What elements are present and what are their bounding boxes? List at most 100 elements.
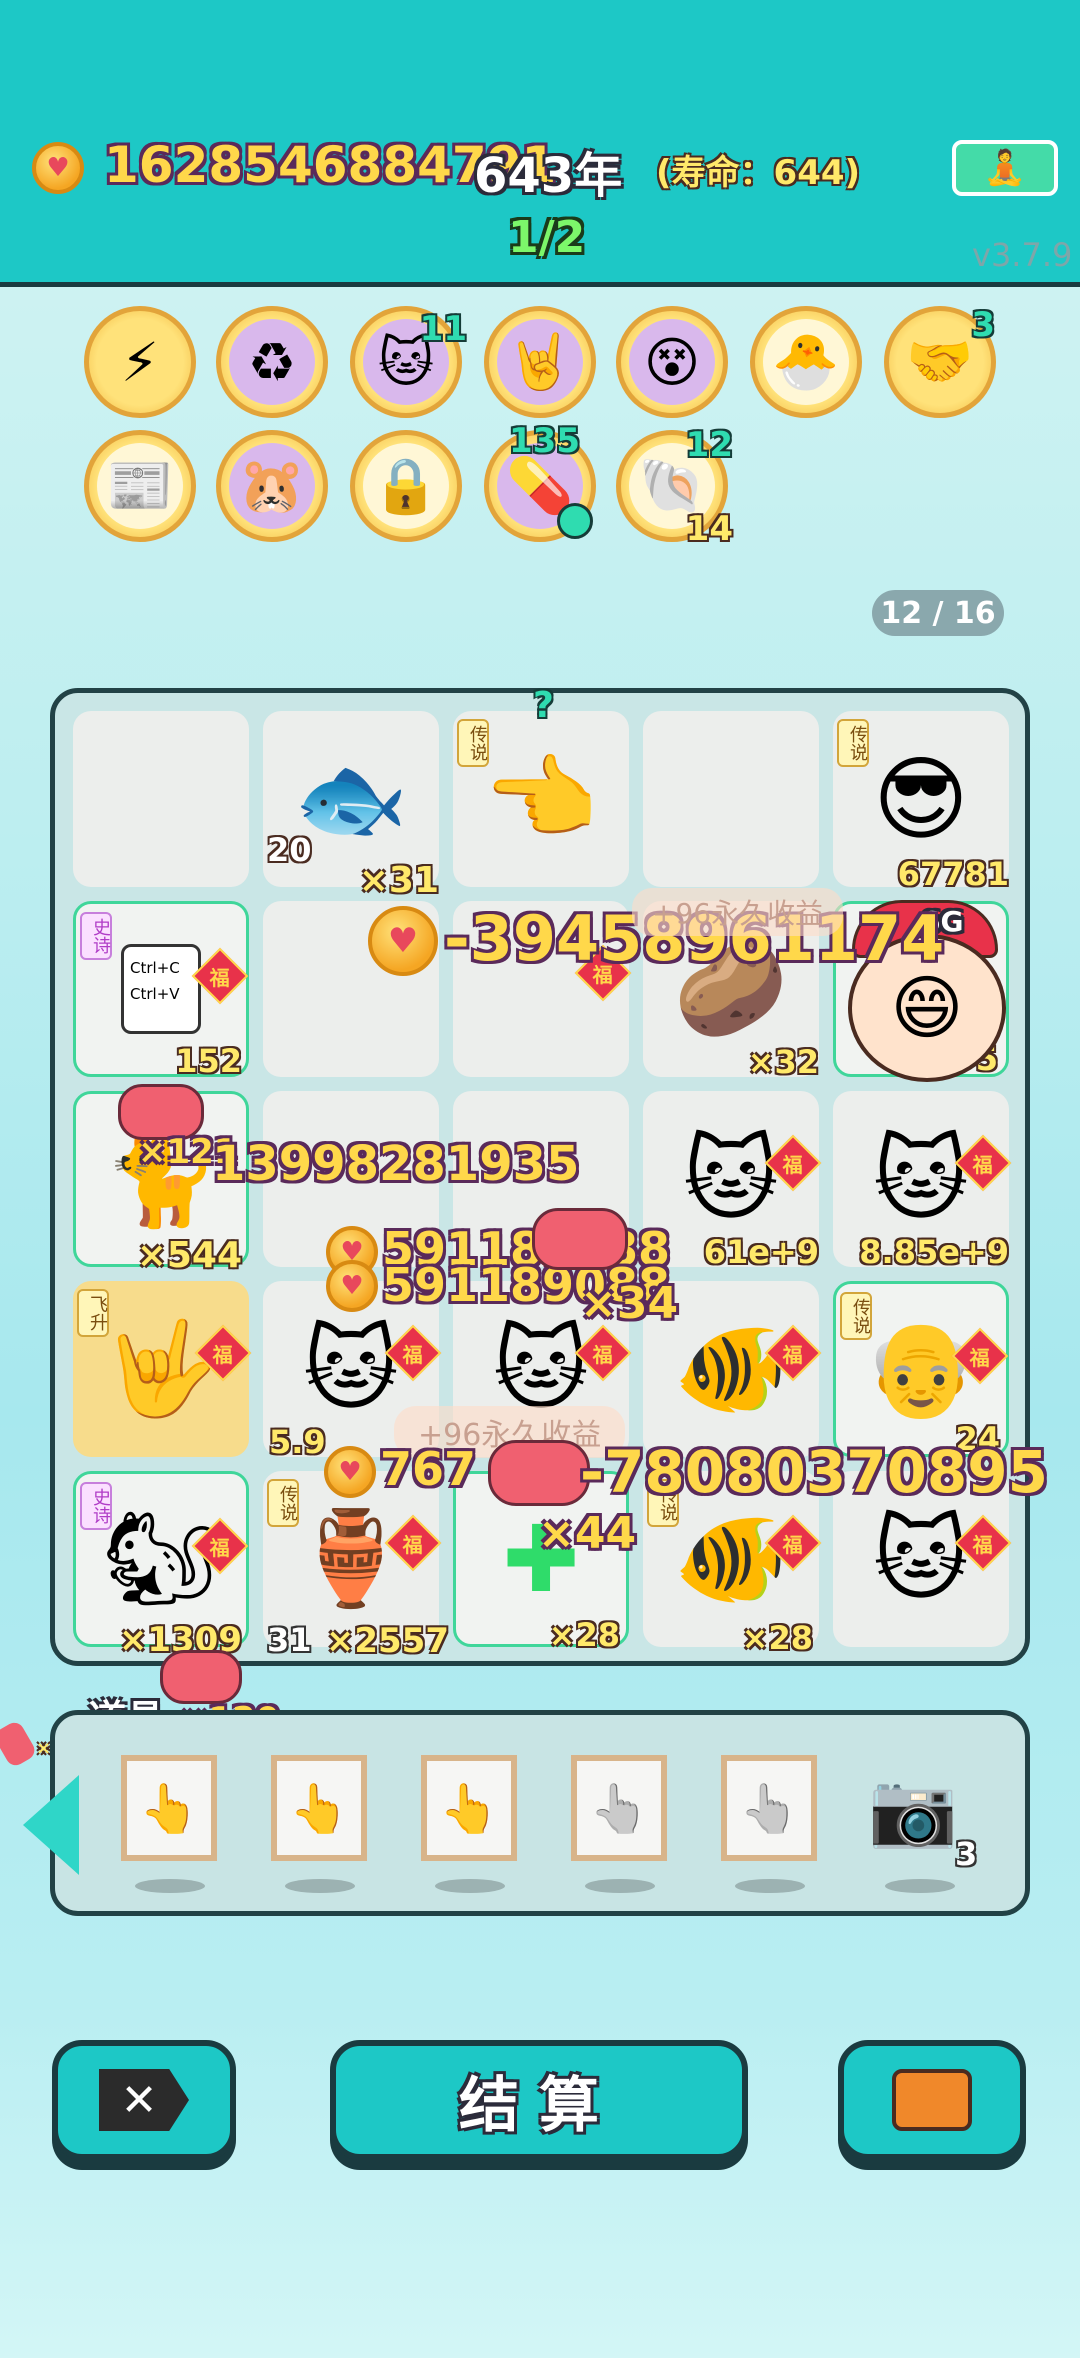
prop-hand-5[interactable]: 👆 <box>721 1755 817 1861</box>
liver-icon <box>0 1719 38 1769</box>
floating-mult: ×34 <box>580 1278 679 1329</box>
relic-rock-hand[interactable]: 🤘 <box>484 306 596 418</box>
coin-eyes-icon: 😵 <box>629 319 715 405</box>
ctrl-c-text: Ctrl+C <box>130 959 180 977</box>
relic-count: 11 <box>419 309 467 349</box>
props-tray: 👆 👆 👆 👆 👆 📷 3 <box>23 1710 1030 1916</box>
prop-shadow <box>585 1879 655 1893</box>
old-man-icon: 👴 <box>863 1315 979 1422</box>
pointing-hand-icon: 👆 <box>139 1780 199 1837</box>
relic-count-bottom: 14 <box>685 509 733 549</box>
prop-hand-3[interactable]: 👆 <box>421 1755 517 1861</box>
board-cell-man[interactable]: 传说 😎 67781 <box>833 711 1009 893</box>
cell-tag: 传说 <box>267 1479 299 1527</box>
settle-label: 结算 <box>459 2070 619 2141</box>
vase-icon: 🏺 <box>293 1505 409 1612</box>
coin-icon: ♥ <box>324 1446 376 1498</box>
cat-icon: 🐱 <box>683 1125 779 1233</box>
cell-tag: 史诗 <box>80 1482 112 1530</box>
cell-count: ×32 <box>747 1043 819 1081</box>
relic-count: 3 <box>971 305 995 345</box>
relic-lightning[interactable]: ⚡ <box>84 306 196 418</box>
cell-tag: 史诗 <box>80 912 112 960</box>
board-cell-prairie-dog[interactable]: 史诗 🐿 福 ×1309 <box>73 1471 249 1660</box>
pointing-hand-gray-icon: 👆 <box>739 1780 799 1837</box>
prop-hand-4[interactable]: 👆 <box>571 1755 667 1861</box>
board-cell-ctrl[interactable]: 史诗 Ctrl+C Ctrl+V 福 152 <box>73 901 249 1080</box>
relic-handshake[interactable]: 🤝 3 <box>884 305 996 418</box>
left-arrow-icon[interactable] <box>23 1775 79 1875</box>
version-label: v3.7.9 <box>972 236 1073 274</box>
prop-shadow <box>735 1879 805 1893</box>
question-mark: ? <box>533 685 554 726</box>
relic-recycle[interactable]: ♻ <box>216 306 328 418</box>
board-cell-cat[interactable]: 🐱 福 8.85e+9 <box>833 1091 1012 1271</box>
cat-icon: 🐱 <box>873 1505 969 1613</box>
board-cell-rock-hand[interactable]: 飞升 🤟 福 <box>73 1281 252 1457</box>
relic-prairie-dogs[interactable]: 🐹 <box>216 430 328 542</box>
ctrl-v-text: Ctrl+V <box>130 985 180 1003</box>
floating-mult: ×44 <box>538 1508 637 1559</box>
status-dot <box>557 503 593 539</box>
relic-chick[interactable]: 🐣 <box>750 306 862 418</box>
relic-count-top: 12 <box>685 425 733 465</box>
cell-count: 5.9 <box>269 1423 326 1461</box>
prop-shadow <box>135 1879 205 1893</box>
liver-icon <box>160 1650 242 1704</box>
lightning-icon: ⚡ <box>97 319 183 405</box>
rock-hand-icon: 🤘 <box>497 319 583 405</box>
time-magazine-icon: 📰 <box>97 443 183 529</box>
safe-icon: 🔒 <box>363 443 449 529</box>
cell-count: ×28 <box>741 1619 813 1657</box>
cell-count: 152 <box>175 1042 242 1080</box>
board-cell-fish[interactable]: 🐟 20 ×31 <box>263 711 439 901</box>
prop-hand-2[interactable]: 👆 <box>271 1755 367 1861</box>
camera-count: 3 <box>955 1835 978 1873</box>
camera-icon: 📷 <box>868 1766 958 1851</box>
floating-number: 13998281935 <box>212 1136 580 1192</box>
board-cell-hand[interactable]: 传说 ? 👈 <box>453 685 629 887</box>
cell-tag: 飞升 <box>77 1289 109 1337</box>
relic-pill-tray[interactable]: 💊 135 <box>484 421 596 542</box>
cell-count: 8.85e+9 <box>859 1233 1009 1271</box>
relic-safe[interactable]: 🔒 <box>350 430 462 542</box>
camera-button[interactable]: 📷 <box>863 1767 963 1851</box>
liver-icon <box>532 1208 628 1270</box>
relic-count: 135 <box>509 421 580 461</box>
pointing-hand-icon: 👈 <box>483 745 599 852</box>
cell-count: ×28 <box>548 1616 620 1654</box>
man-sunglasses-icon: 😎 <box>873 745 969 853</box>
handshake-icon: 🤝 <box>897 319 983 405</box>
cell-tag: 传说 <box>837 719 869 767</box>
cat-icon: 🐱 <box>303 1315 399 1423</box>
cell-tag: 传说 <box>457 719 489 767</box>
briefcase-button[interactable] <box>838 2040 1026 2160</box>
prairie-dog-icon: 🐿 <box>102 1505 220 1612</box>
cell-tag: 传说 <box>840 1292 872 1340</box>
close-button[interactable]: ✕ <box>52 2040 236 2160</box>
progress-label: 1/2 <box>508 212 586 263</box>
cat-icon: 🐱 <box>873 1125 969 1233</box>
settle-button[interactable]: 结算 <box>330 2040 748 2160</box>
relic-coin-eyes[interactable]: 😵 <box>616 306 728 418</box>
cell-count: ×31 <box>358 860 439 901</box>
perm-income-label: +96永久收益 <box>632 888 844 936</box>
coin-icon: ♥ <box>32 142 84 194</box>
top-bar: ♥ 1628546884791 643年 (寿命：644) 🧘 1/2 v3.7… <box>0 0 1080 287</box>
chick-icon: 🐣 <box>763 319 849 405</box>
pointing-hand-icon: 👆 <box>289 1780 349 1837</box>
relic-time-magazine[interactable]: 📰 <box>84 430 196 542</box>
board-cell-old-man[interactable]: 传说 👴 福 24 <box>833 1281 1009 1458</box>
relic-cat[interactable]: 🐱 11 <box>350 306 467 418</box>
prop-hand-1[interactable]: 👆 <box>121 1755 217 1861</box>
close-icon: ✕ <box>99 2069 189 2131</box>
cell-count: ×544 <box>136 1235 242 1276</box>
relic-shell[interactable]: 🐚 12 14 <box>616 425 733 549</box>
liver-icon <box>488 1440 590 1506</box>
board-cell[interactable] <box>73 711 249 887</box>
ctrl-cv-card: Ctrl+C Ctrl+V <box>121 944 201 1034</box>
meditate-button[interactable]: 🧘 <box>952 140 1058 196</box>
board-cell[interactable] <box>643 711 819 887</box>
briefcase-icon <box>892 2069 972 2131</box>
prop-shadow <box>435 1879 505 1893</box>
